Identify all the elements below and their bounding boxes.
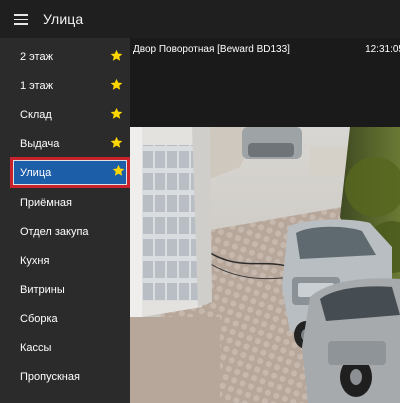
sidebar-item-label: 1 этаж bbox=[20, 79, 53, 92]
title-bar: Улица bbox=[0, 0, 400, 38]
camera-timestamp: 12:31:05 bbox=[365, 44, 400, 55]
sidebar-item-label: Кухня bbox=[20, 254, 50, 267]
hamburger-menu-icon[interactable] bbox=[14, 14, 28, 25]
camera-name: Двор Поворотная [Beward BD133] bbox=[133, 44, 290, 55]
star-icon[interactable] bbox=[110, 107, 123, 120]
sidebar-item-propusknaya[interactable]: Пропускная bbox=[0, 362, 130, 391]
star-icon[interactable] bbox=[112, 164, 125, 177]
sidebar-item-label: Склад bbox=[20, 108, 52, 121]
sidebar-item-vydacha[interactable]: Выдача bbox=[0, 129, 130, 158]
star-icon[interactable] bbox=[110, 136, 123, 149]
sidebar-item-priemnaya[interactable]: Приёмная bbox=[0, 188, 130, 217]
sidebar-item-otdel-zakupa[interactable]: Отдел закупа bbox=[0, 217, 130, 246]
sidebar-item-label: Кассы bbox=[20, 341, 52, 354]
camera-frame bbox=[130, 127, 400, 403]
sidebar-item-label: Улица bbox=[20, 166, 52, 179]
sidebar-item-kassy[interactable]: Кассы bbox=[0, 333, 130, 362]
window-title: Улица bbox=[43, 11, 84, 27]
camera-view: Двор Поворотная [Beward BD133] 12:31:05 bbox=[130, 38, 400, 403]
camera-video-feed[interactable] bbox=[130, 127, 400, 403]
star-icon[interactable] bbox=[110, 78, 123, 91]
sidebar-item-2-etazh[interactable]: 2 этаж bbox=[0, 42, 130, 71]
app-window: Улица 2 этаж 1 этаж Склад Выдача Улица П… bbox=[0, 0, 400, 403]
sidebar-item-label: Выдача bbox=[20, 137, 60, 150]
sidebar-item-kukhnya[interactable]: Кухня bbox=[0, 246, 130, 275]
sidebar: 2 этаж 1 этаж Склад Выдача Улица Приёмна… bbox=[0, 38, 130, 403]
star-icon[interactable] bbox=[110, 49, 123, 62]
sidebar-item-1-etazh[interactable]: 1 этаж bbox=[0, 71, 130, 100]
sidebar-item-label: 2 этаж bbox=[20, 50, 53, 63]
sidebar-item-ulitsa[interactable]: Улица bbox=[10, 157, 130, 188]
sidebar-item-label: Пропускная bbox=[20, 370, 80, 383]
sidebar-item-sklad[interactable]: Склад bbox=[0, 100, 130, 129]
sidebar-item-sborka[interactable]: Сборка bbox=[0, 304, 130, 333]
sidebar-item-label: Отдел закупа bbox=[20, 225, 89, 238]
sidebar-item-vitriny[interactable]: Витрины bbox=[0, 275, 130, 304]
sidebar-item-label: Приёмная bbox=[20, 196, 72, 209]
sidebar-item-label: Сборка bbox=[20, 312, 58, 325]
sidebar-item-label: Витрины bbox=[20, 283, 65, 296]
